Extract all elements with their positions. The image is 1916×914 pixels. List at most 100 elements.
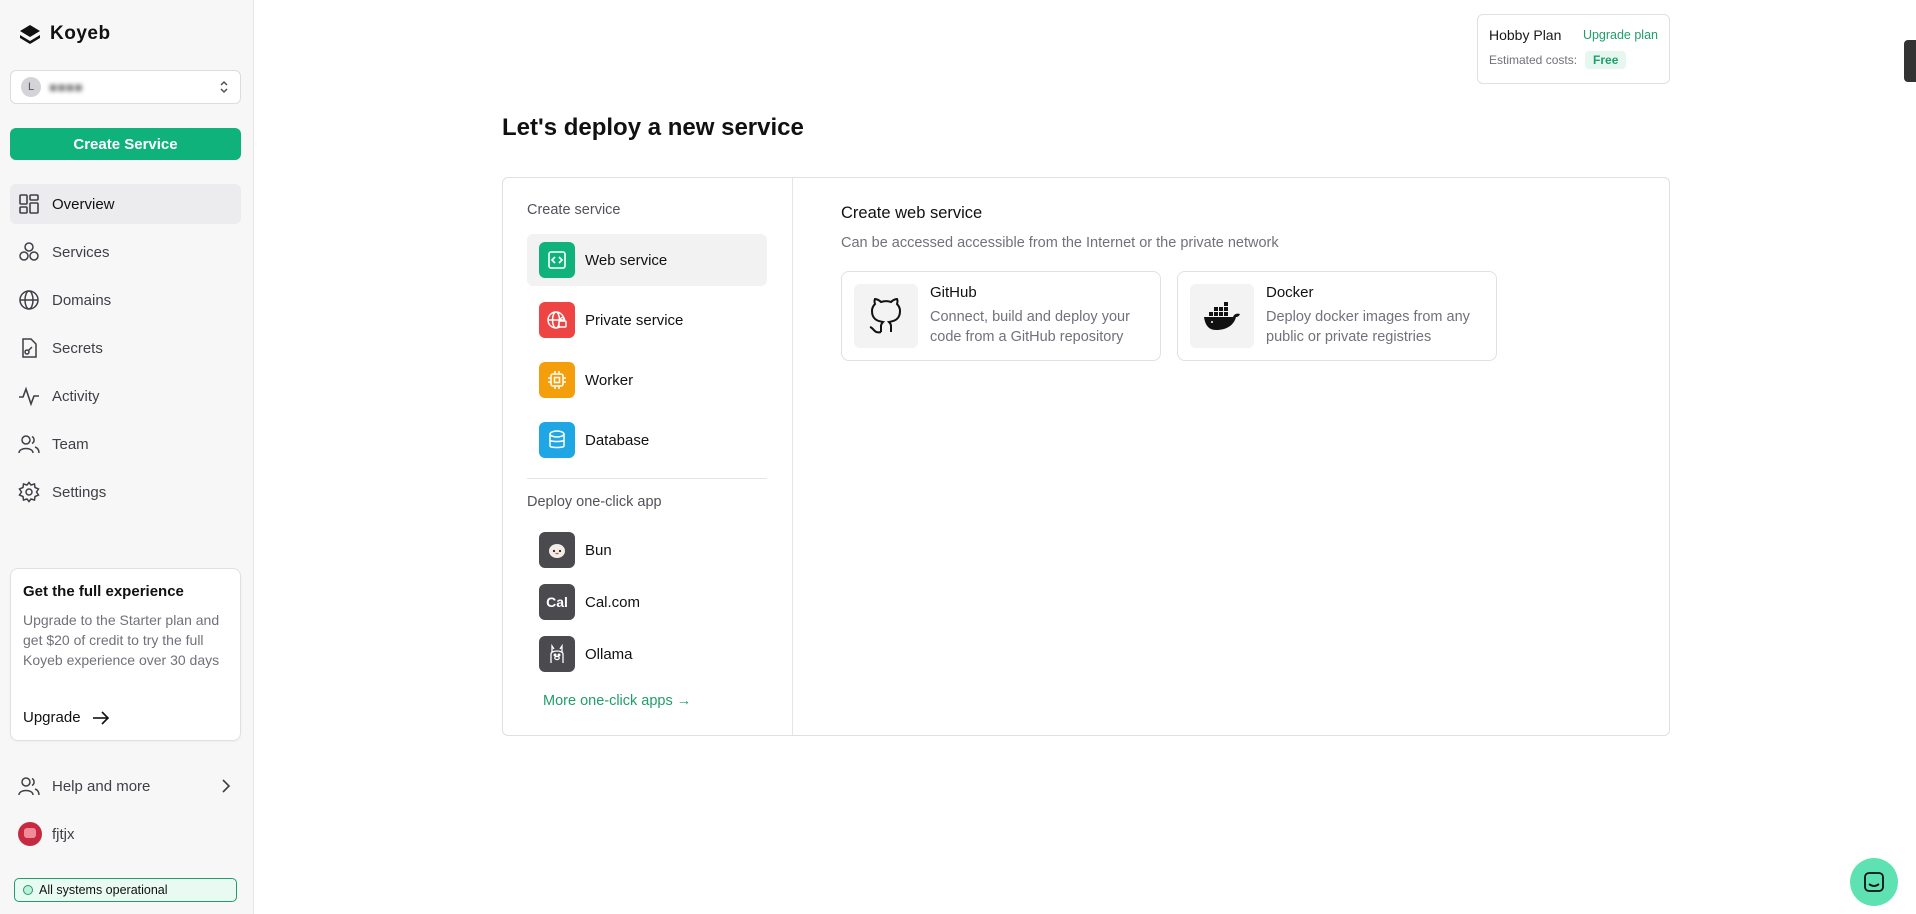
grid-icon <box>19 194 39 214</box>
help-and-more[interactable]: Help and more <box>10 766 241 806</box>
panel-title: Create web service <box>841 204 983 222</box>
plan-name: Hobby Plan <box>1489 27 1562 43</box>
support-chat-button[interactable] <box>1850 858 1898 906</box>
docker-card-text: Docker Deploy docker images from any pub… <box>1266 284 1484 348</box>
option-label: Worker <box>585 371 634 389</box>
worker-icon <box>539 362 575 398</box>
docker-icon-box <box>1190 284 1254 348</box>
github-icon <box>869 297 902 334</box>
side-panel-handle[interactable] <box>1904 40 1916 82</box>
source-description: Deploy docker images from any public or … <box>1266 309 1470 345</box>
app-ollama[interactable]: Ollama <box>527 628 767 680</box>
sidebar-item-activity[interactable]: Activity <box>10 376 241 416</box>
promo-text: Upgrade to the Starter plan and get $20 … <box>23 612 220 668</box>
sidebar-item-team[interactable]: Team <box>10 424 241 464</box>
brand-logo[interactable]: Koyeb <box>18 22 111 46</box>
chat-icon <box>1864 872 1884 892</box>
users-icon <box>18 777 40 796</box>
cylinder-icon <box>549 430 565 449</box>
app-calcom[interactable]: Cal Cal.com <box>527 576 767 628</box>
status-text: All systems operational <box>39 883 168 897</box>
app-label: Bun <box>585 541 612 559</box>
option-private-service[interactable]: Private service <box>527 294 767 346</box>
sidebar-item-label: Settings <box>52 483 107 501</box>
source-description: Connect, build and deploy your code from… <box>930 309 1130 345</box>
deploy-card: Create service Web service Private servi… <box>502 177 1670 736</box>
llama-icon <box>550 643 564 663</box>
sidebar-item-label: Team <box>52 435 89 453</box>
option-worker[interactable]: Worker <box>527 354 767 406</box>
source-title: GitHub <box>930 284 977 301</box>
avatar <box>18 822 42 846</box>
sidebar-item-label: Domains <box>52 291 112 309</box>
service-type-list: Create service Web service Private servi… <box>503 178 793 735</box>
status-dot-icon <box>23 885 33 895</box>
option-label: Database <box>585 431 650 449</box>
source-github-card[interactable]: GitHub Connect, build and deploy your co… <box>841 271 1161 361</box>
option-web-service[interactable]: Web service <box>527 234 767 286</box>
sidebar-item-secrets[interactable]: Secrets <box>10 328 241 368</box>
ollama-icon <box>539 636 575 672</box>
app-label: Cal.com <box>585 593 641 611</box>
app-bun[interactable]: Bun <box>527 524 767 576</box>
org-name: ■■■■ <box>49 79 83 95</box>
sidebar-item-services[interactable]: Services <box>10 232 241 272</box>
sidebar-item-label: Overview <box>52 195 115 213</box>
source-docker-card[interactable]: Docker Deploy docker images from any pub… <box>1177 271 1497 361</box>
page-title: Let's deploy a new service <box>502 114 804 141</box>
user-name: fjtjx <box>52 825 75 843</box>
option-label: Private service <box>585 311 684 329</box>
docker-icon <box>1204 302 1240 330</box>
option-label: Web service <box>585 251 668 269</box>
pulse-icon <box>19 386 39 407</box>
web-service-icon <box>539 242 575 278</box>
organization-selector[interactable]: L ■■■■ <box>10 70 241 104</box>
sidebar-item-label: Secrets <box>52 339 103 357</box>
upgrade-link[interactable]: Upgrade <box>23 709 111 726</box>
bun-logo-icon <box>549 544 565 558</box>
panel-subtitle: Can be accessed accessible from the Inte… <box>841 235 1279 251</box>
code-window-icon <box>548 251 566 269</box>
org-avatar: L <box>21 77 41 97</box>
source-title: Docker <box>1266 284 1314 301</box>
cost-badge: Free <box>1585 51 1627 69</box>
status-badge[interactable]: All systems operational <box>14 878 237 902</box>
promo-title: Get the full experience <box>23 583 184 600</box>
upgrade-promo-card: Get the full experience Upgrade to the S… <box>10 568 241 741</box>
cpu-icon <box>548 371 566 389</box>
sidebar-item-overview[interactable]: Overview <box>10 184 241 224</box>
more-one-click-apps-link[interactable]: More one-click apps → <box>543 693 691 709</box>
upgrade-link-label: Upgrade <box>23 709 81 726</box>
one-click-label: Deploy one-click app <box>527 494 662 510</box>
sidebar-item-settings[interactable]: Settings <box>10 472 241 512</box>
sidebar: Koyeb L ■■■■ Create Service Overview Ser… <box>0 0 254 914</box>
globe-lock-icon <box>547 311 567 329</box>
create-service-button[interactable]: Create Service <box>10 128 241 160</box>
sidebar-item-label: Services <box>52 243 110 261</box>
private-service-icon <box>539 302 575 338</box>
upgrade-plan-link[interactable]: Upgrade plan <box>1583 28 1658 42</box>
sidebar-nav: Overview Services Domains Secrets Activi… <box>10 184 241 520</box>
bun-icon <box>539 532 575 568</box>
cubes-icon <box>19 242 39 261</box>
koyeb-logo-icon <box>20 25 40 44</box>
github-icon-box <box>854 284 918 348</box>
help-label: Help and more <box>52 777 151 795</box>
app-label: Ollama <box>585 645 633 663</box>
sidebar-item-domains[interactable]: Domains <box>10 280 241 320</box>
globe-icon <box>19 290 39 310</box>
user-menu[interactable]: fjtjx <box>10 814 241 854</box>
github-card-text: GitHub Connect, build and deploy your co… <box>930 284 1148 348</box>
gear-icon <box>18 481 40 503</box>
database-icon <box>539 422 575 458</box>
create-service-label: Create service <box>527 202 621 218</box>
calcom-icon: Cal <box>539 584 575 620</box>
brand-name: Koyeb <box>50 23 111 44</box>
chevron-right-icon <box>222 779 231 793</box>
web-service-panel: Create web service Can be accessed acces… <box>793 178 1669 735</box>
estimated-costs-label: Estimated costs: <box>1489 53 1578 67</box>
chevron-up-down-icon <box>220 80 228 94</box>
users-icon <box>18 435 40 454</box>
plan-summary: Hobby Plan Upgrade plan Estimated costs:… <box>1477 14 1670 84</box>
option-database[interactable]: Database <box>527 414 767 466</box>
